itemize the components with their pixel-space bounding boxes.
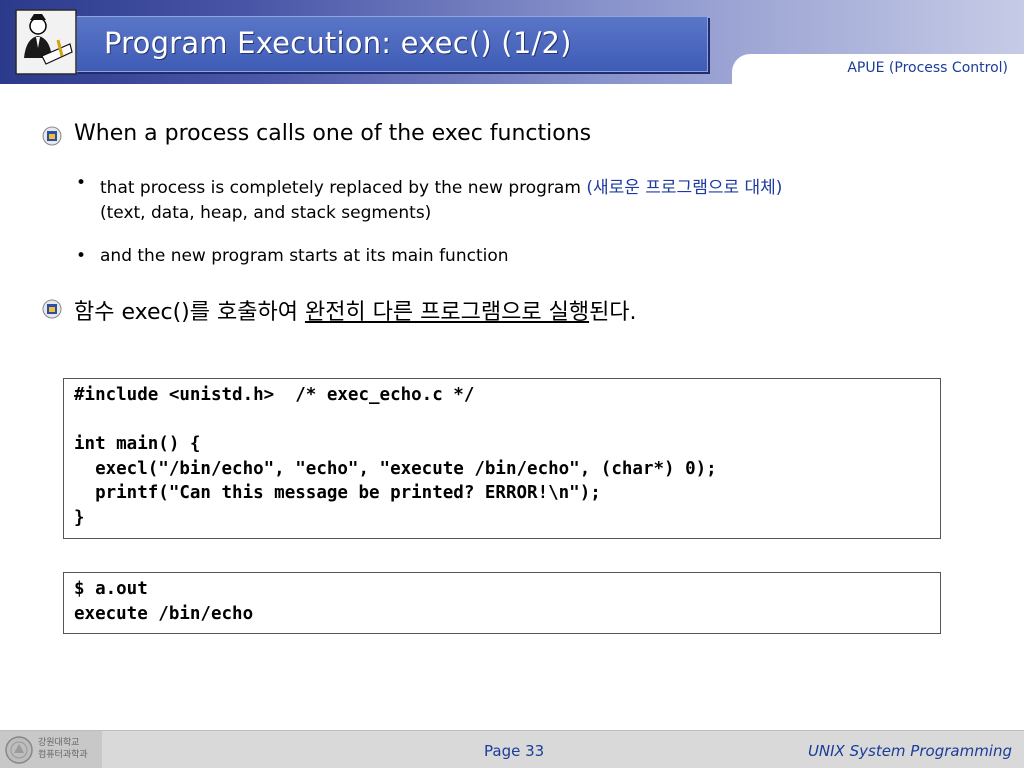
department-name: 컴퓨터과학과 bbox=[38, 750, 88, 760]
page-number: Page 33 bbox=[484, 742, 545, 760]
footer-logo: 강원대학교 컴퓨터과학과 bbox=[0, 731, 102, 768]
bullet-text: 함수 exec()를 호출하여 bbox=[74, 300, 305, 325]
section-label: APUE (Process Control) bbox=[847, 60, 1008, 76]
bullet-text: and the new program starts at its main f… bbox=[100, 246, 509, 266]
bullet-text: When a process calls one of the exec fun… bbox=[74, 121, 592, 146]
source-code-box: #include <unistd.h> /* exec_echo.c */ in… bbox=[63, 378, 941, 539]
output-box: $ a.out execute /bin/echo bbox=[63, 572, 941, 634]
bullet-text-underlined: 완전히 다른 프로그램으로 실행 bbox=[304, 300, 590, 325]
bullet-dot: • bbox=[76, 173, 87, 193]
course-name: UNIX System Programming bbox=[807, 742, 1012, 760]
bullet-text-korean: (새로운 프로그램으로 대체) bbox=[586, 178, 783, 198]
bullet-text: that process is completely replaced by t… bbox=[100, 178, 587, 198]
university-seal-icon bbox=[5, 736, 33, 764]
bullet-emblem-icon bbox=[42, 299, 62, 319]
page-title: Program Execution: exec() (1/2) bbox=[104, 26, 572, 60]
bullet-text: (text, data, heap, and stack segments) bbox=[100, 203, 432, 223]
bullet-dot: • bbox=[76, 246, 87, 266]
person-with-book-icon bbox=[15, 9, 77, 75]
footer: 강원대학교 컴퓨터과학과 Page 33 UNIX System Program… bbox=[0, 730, 1024, 768]
bullet-text: 된다. bbox=[589, 300, 637, 325]
school-name: 강원대학교 bbox=[38, 738, 80, 748]
bullet-emblem-icon bbox=[42, 126, 62, 146]
